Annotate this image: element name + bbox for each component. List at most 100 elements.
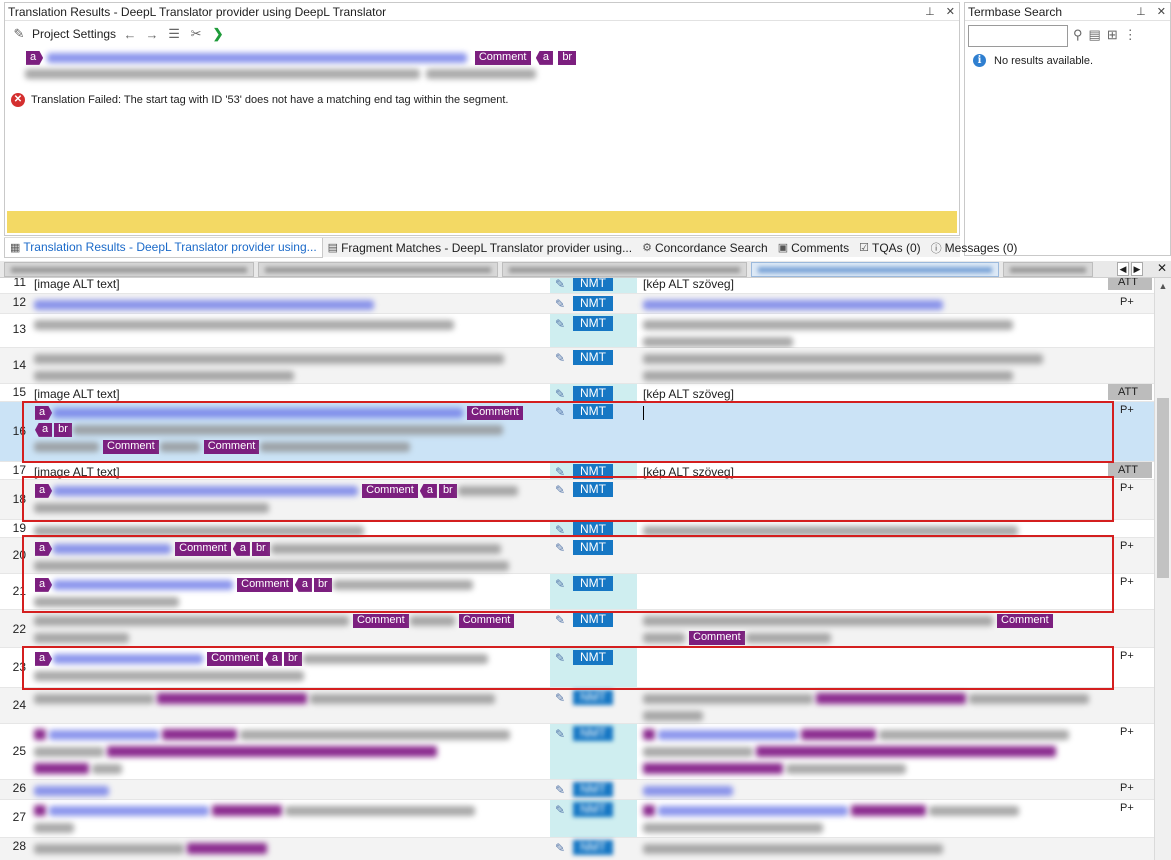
tab-comments[interactable]: ▣ Comments <box>773 238 854 258</box>
source-cell[interactable] <box>34 690 548 707</box>
target-cell[interactable]: Comment Comment <box>643 612 1105 646</box>
source-cell[interactable] <box>34 782 548 799</box>
tag-comment: Comment <box>103 439 159 454</box>
segment-row[interactable]: 20 a Comment a br ✎ NMT P+ <box>0 538 1154 574</box>
blurred-text <box>285 805 475 816</box>
segment-row[interactable]: 13 ✎ NMT <box>0 314 1154 348</box>
target-cell[interactable]: [kép ALT szöveg] <box>643 278 1105 293</box>
close-icon[interactable]: ✕ <box>1157 6 1166 18</box>
source-cell[interactable]: [image ALT text] <box>34 278 548 293</box>
blurred-tag <box>801 729 876 741</box>
source-cell[interactable]: a Comment a br Comment Comment <box>34 404 548 455</box>
segment-row[interactable]: 21 a Comment a br ✎ NMT P+ <box>0 574 1154 610</box>
target-cell[interactable] <box>643 690 1105 724</box>
source-cell[interactable]: a Comment a br <box>34 650 548 684</box>
tab-tqas[interactable]: ☑ TQAs (0) <box>854 238 926 258</box>
scrollbar-thumb[interactable] <box>1157 398 1169 578</box>
source-cell[interactable]: [image ALT text] <box>34 464 548 481</box>
source-cell[interactable]: a Comment a br <box>34 482 548 516</box>
document-tab-active[interactable] <box>751 261 999 277</box>
nmt-badge: NMT <box>573 576 613 591</box>
target-cell[interactable] <box>643 350 1105 384</box>
close-icon[interactable]: ✕ <box>946 6 955 18</box>
termbase-search-input[interactable] <box>968 25 1068 47</box>
tools-icon[interactable]: ✂ <box>188 26 204 42</box>
segment-row[interactable]: 24 ✎ NMT <box>0 688 1154 724</box>
segment-row[interactable]: 23 a Comment a br ✎ NMT P+ <box>0 648 1154 688</box>
target-cell[interactable] <box>643 296 1105 313</box>
tag-comment: Comment <box>207 651 263 666</box>
source-cell[interactable] <box>34 350 548 384</box>
segment-row[interactable]: 11 [image ALT text] ✎ NMT [kép ALT szöveg… <box>0 278 1154 294</box>
tab-translation-results[interactable]: ▦ Translation Results - DeepL Translator… <box>4 237 323 258</box>
source-cell[interactable]: a Comment a br <box>34 540 548 574</box>
project-settings-button[interactable]: ✎ Project Settings <box>11 26 117 42</box>
nmt-badge: NMT <box>573 316 613 331</box>
segment-row[interactable]: 14 ✎ NMT <box>0 348 1154 384</box>
document-tab[interactable] <box>4 261 254 277</box>
document-tab[interactable] <box>258 261 498 277</box>
search-icon[interactable]: ⚲ <box>1073 27 1083 43</box>
tab-fragment-matches[interactable]: ▤ Fragment Matches - DeepL Translator pr… <box>323 238 637 258</box>
tab-concordance-search[interactable]: ⚙ Concordance Search <box>637 238 773 258</box>
segment-row[interactable]: 25 ✎ NMT P+ <box>0 724 1154 780</box>
target-cell-editing[interactable] <box>643 404 1105 421</box>
termbase-search-panel: Termbase Search ⊥ ✕ ⚲ ▤ ⊞ ⋮ i No results… <box>964 2 1171 256</box>
messages-icon: ⓘ <box>930 242 942 255</box>
forward-arrow-icon[interactable]: → <box>144 27 160 42</box>
segment-row[interactable]: 12 ✎ NMT P+ <box>0 294 1154 314</box>
source-cell[interactable] <box>34 840 548 857</box>
segment-row[interactable]: 22 Comment Comment ✎ NMT Comment Comment <box>0 610 1154 648</box>
source-cell[interactable] <box>34 726 548 777</box>
target-cell[interactable] <box>643 840 1105 857</box>
document-tab[interactable] <box>1003 261 1093 277</box>
close-document-icon[interactable]: ✕ <box>1157 261 1167 275</box>
target-cell[interactable] <box>643 782 1105 799</box>
blurred-text <box>643 336 793 347</box>
scroll-up-icon[interactable]: ▲ <box>1155 278 1171 294</box>
pin-icon[interactable]: ⊥ <box>925 6 935 18</box>
source-cell[interactable] <box>34 316 548 333</box>
target-cell[interactable] <box>643 316 1105 350</box>
target-cell[interactable]: [kép ALT szöveg] <box>643 386 1105 403</box>
back-arrow-icon[interactable]: ← <box>122 27 138 42</box>
p-plus-flag: P+ <box>1120 576 1134 588</box>
segment-row[interactable]: 26 ✎ NMT P+ <box>0 780 1154 800</box>
target-cell[interactable] <box>643 726 1105 777</box>
source-cell[interactable] <box>34 802 548 836</box>
termbase-view-icon[interactable]: ▤ <box>1089 27 1101 43</box>
segment-row[interactable]: 17 [image ALT text] ✎ NMT [kép ALT szöveg… <box>0 462 1154 480</box>
segment-row[interactable]: 28 ✎ NMT <box>0 838 1154 860</box>
source-cell[interactable] <box>34 522 548 539</box>
tab-messages[interactable]: ⓘ Messages (0) <box>926 238 1023 258</box>
segment-row[interactable]: 18 a Comment a br ✎ NMT P+ <box>0 480 1154 520</box>
target-cell[interactable] <box>643 802 1105 836</box>
segment-row[interactable]: 27 ✎ NMT P+ <box>0 800 1154 838</box>
pin-icon[interactable]: ⊥ <box>1136 6 1146 18</box>
source-cell[interactable]: a Comment a br <box>34 576 548 610</box>
nmt-badge: NMT <box>573 726 613 741</box>
vertical-scrollbar[interactable]: ▲ <box>1154 278 1171 860</box>
scroll-tabs-right-icon[interactable]: ▶ <box>1131 262 1143 276</box>
segment-row[interactable]: 15 [image ALT text] ✎ NMT [kép ALT szöveg… <box>0 384 1154 402</box>
segment-row[interactable]: 19 ✎ NMT <box>0 520 1154 538</box>
segment-number: 26 <box>12 781 26 795</box>
blurred-text <box>25 68 420 79</box>
segment-row-selected[interactable]: 16 a Comment a br Comment Comment ✎ NMT P+ <box>0 402 1154 462</box>
play-icon[interactable]: ❯ <box>210 26 226 42</box>
source-cell[interactable]: Comment Comment <box>34 612 548 646</box>
nmt-badge: NMT <box>573 464 613 479</box>
source-cell[interactable] <box>34 296 548 313</box>
source-cell[interactable]: [image ALT text] <box>34 386 548 403</box>
document-tab[interactable] <box>502 261 747 277</box>
blurred-tag <box>187 843 267 855</box>
scroll-tabs-left-icon[interactable]: ◀ <box>1117 262 1129 276</box>
list-icon[interactable]: ☰ <box>166 26 182 42</box>
blurred-text <box>34 370 294 381</box>
more-icon[interactable]: ⋮ <box>1124 27 1137 43</box>
target-cell[interactable] <box>643 522 1105 539</box>
blurred-link-text <box>34 299 374 310</box>
add-term-icon[interactable]: ⊞ <box>1107 27 1118 43</box>
blurred-link-text <box>53 653 204 664</box>
target-cell[interactable]: [kép ALT szöveg] <box>643 464 1105 481</box>
